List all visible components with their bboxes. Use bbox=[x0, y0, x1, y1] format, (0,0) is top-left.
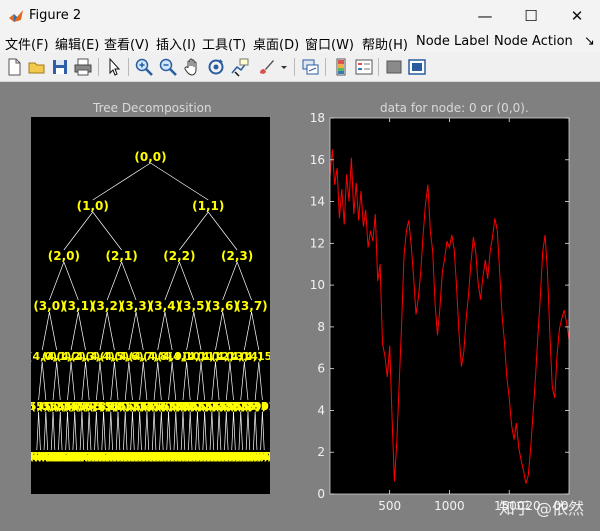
matlab-logo-icon bbox=[9, 10, 23, 22]
menu-bar: 文件(F) 编辑(E) 查看(V) 插入(I) 工具(T) 桌面(D) 窗口(W… bbox=[0, 32, 600, 53]
figure-canvas: Tree Decomposition (0,0) (1,0) (1,1) (2,0)(… bbox=[0, 82, 600, 531]
tree-node-label[interactable]: (3,7) bbox=[235, 299, 267, 313]
menu-view[interactable]: 查看(V) bbox=[104, 34, 149, 53]
pointer-icon[interactable] bbox=[104, 57, 124, 77]
tree-node-label[interactable]: (2,1) bbox=[106, 249, 138, 263]
y-tick-label: 8 bbox=[317, 320, 325, 334]
toolbar bbox=[0, 53, 600, 82]
insert-legend-icon[interactable] bbox=[354, 57, 374, 77]
minimize-button[interactable]: — bbox=[462, 0, 508, 32]
x-tick-label: 1000 bbox=[434, 499, 465, 513]
x-tick-label: 500 bbox=[378, 499, 401, 513]
tree-node-label[interactable]: (3,6) bbox=[207, 299, 239, 313]
title-bar: Figure 2 — ☐ ✕ bbox=[0, 0, 600, 32]
tree-node-label[interactable]: (3,1) bbox=[62, 299, 94, 313]
toolbar-separator bbox=[378, 58, 379, 76]
tree-node-label[interactable]: (6,63) bbox=[246, 450, 270, 463]
close-button[interactable]: ✕ bbox=[554, 0, 600, 32]
link-plot-icon[interactable] bbox=[300, 57, 320, 77]
tree-node-label[interactable]: (4,15) bbox=[240, 350, 270, 363]
maximize-button[interactable]: ☐ bbox=[508, 0, 554, 32]
save-icon[interactable] bbox=[50, 57, 70, 77]
tree-node-label[interactable]: (5,31) bbox=[244, 400, 270, 413]
tree-node-label[interactable]: (2,0) bbox=[48, 249, 80, 263]
new-figure-icon[interactable] bbox=[4, 57, 24, 77]
y-tick-label: 16 bbox=[310, 153, 325, 167]
watermark-text: 知乎 @依然 bbox=[498, 499, 584, 518]
zoom-out-icon[interactable] bbox=[158, 57, 178, 77]
menu-file[interactable]: 文件(F) bbox=[5, 34, 49, 53]
menu-edit[interactable]: 编辑(E) bbox=[55, 34, 99, 53]
toolbar-separator bbox=[294, 58, 295, 76]
show-plot-tools-icon[interactable] bbox=[407, 57, 427, 77]
menu-node-label[interactable]: Node Label bbox=[416, 34, 489, 49]
y-tick-label: 6 bbox=[317, 362, 325, 376]
brush-icon[interactable] bbox=[256, 57, 276, 77]
hide-plot-tools-icon[interactable] bbox=[384, 57, 404, 77]
toolbar-separator bbox=[98, 58, 99, 76]
tree-node-label[interactable]: (3,5) bbox=[178, 299, 210, 313]
tree-axes[interactable]: (0,0) (1,0) (1,1) (2,0) (2,1) (2,2) (2,3) (3,0)… bbox=[31, 117, 270, 494]
toolbar-separator bbox=[128, 58, 129, 76]
y-tick-label: 18 bbox=[310, 111, 325, 125]
rotate-3d-icon[interactable] bbox=[206, 57, 226, 77]
y-tick-label: 4 bbox=[317, 403, 325, 417]
chart-plot-background bbox=[330, 118, 569, 494]
tree-node-label[interactable]: (3,4) bbox=[149, 299, 181, 313]
y-tick-label: 2 bbox=[317, 445, 325, 459]
zoom-in-icon[interactable] bbox=[134, 57, 154, 77]
toolbar-separator bbox=[325, 58, 326, 76]
menu-desktop[interactable]: 桌面(D) bbox=[253, 34, 299, 53]
menu-undock[interactable]: ↘ bbox=[584, 34, 595, 49]
dropdown-arrow-icon[interactable] bbox=[279, 57, 289, 77]
tree-node-label[interactable]: (1,0) bbox=[77, 199, 109, 213]
tree-node-label[interactable]: (2,3) bbox=[221, 249, 253, 263]
open-file-icon[interactable] bbox=[27, 57, 47, 77]
tree-node-label[interactable]: (3,2) bbox=[91, 299, 123, 313]
menu-help[interactable]: 帮助(H) bbox=[362, 34, 408, 53]
data-cursor-icon[interactable] bbox=[230, 57, 250, 77]
figure-window: Figure 2 — ☐ ✕ 文件(F) 编辑(E) 查看(V) 插入(I) 工… bbox=[0, 0, 600, 531]
tree-node-label[interactable]: (0,0) bbox=[134, 150, 166, 164]
tree-node-label[interactable]: (1,1) bbox=[192, 199, 224, 213]
tree-node-label[interactable]: (3,3) bbox=[120, 299, 152, 313]
tree-axes-title: Tree Decomposition bbox=[93, 101, 212, 115]
print-icon[interactable] bbox=[73, 57, 93, 77]
insert-colorbar-icon[interactable] bbox=[331, 57, 351, 77]
menu-tools[interactable]: 工具(T) bbox=[202, 34, 246, 53]
y-tick-label: 14 bbox=[310, 195, 325, 209]
pan-icon[interactable] bbox=[182, 57, 202, 77]
menu-insert[interactable]: 插入(I) bbox=[156, 34, 196, 53]
tree-node-label[interactable]: (3,0) bbox=[33, 299, 65, 313]
tree-node-label[interactable]: (2,2) bbox=[163, 249, 195, 263]
menu-window[interactable]: 窗口(W) bbox=[305, 34, 354, 53]
window-title: Figure 2 bbox=[29, 8, 82, 23]
y-tick-label: 12 bbox=[310, 236, 325, 250]
menu-node-action[interactable]: Node Action bbox=[494, 34, 573, 49]
data-axes[interactable]: 024681012141618500 1000 1500 20 00 bbox=[300, 108, 590, 518]
y-tick-label: 10 bbox=[310, 278, 325, 292]
y-tick-label: 0 bbox=[317, 487, 325, 501]
